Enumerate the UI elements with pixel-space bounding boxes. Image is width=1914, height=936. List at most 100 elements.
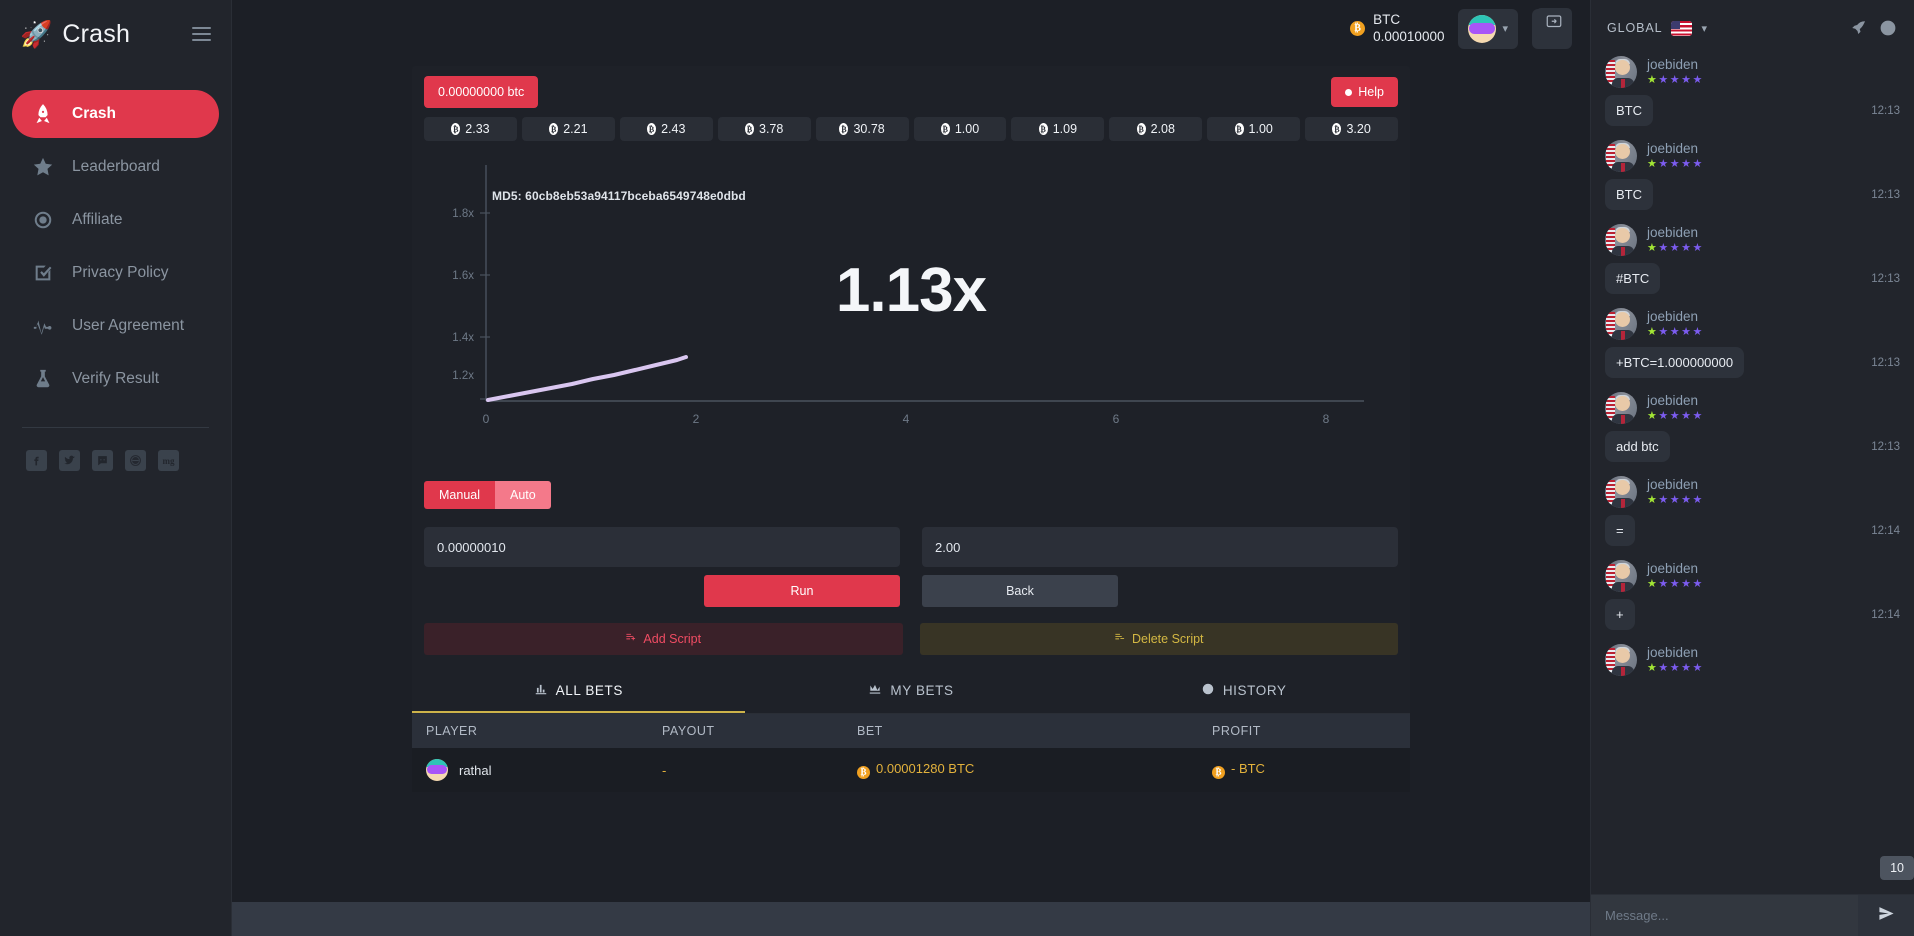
tab-history[interactable]: HISTORY xyxy=(1077,669,1410,713)
info-icon[interactable] xyxy=(1878,18,1898,38)
sidebar-item-label: Crash xyxy=(72,105,116,122)
row-bet-value: 0.00001280 BTC xyxy=(876,761,975,777)
back-button[interactable]: Back xyxy=(922,575,1118,607)
avatar xyxy=(1605,644,1637,676)
chat-message-input[interactable]: Message... xyxy=(1591,895,1858,936)
balance-display: ₿ BTC 0.00010000 xyxy=(1350,12,1444,46)
target-icon xyxy=(32,209,54,231)
avatar xyxy=(1605,140,1637,172)
chat-timestamp: 12:13 xyxy=(1871,440,1900,453)
tab-all-bets[interactable]: ALL BETS xyxy=(412,669,745,713)
delete-script-button[interactable]: Delete Script xyxy=(919,623,1398,655)
footer-panel xyxy=(232,902,1590,936)
main-column: ₿ BTC 0.00010000 ▾ 0.00000000 btc Help ₿… xyxy=(232,0,1590,936)
table-row[interactable]: rathal - ₿ 0.00001280 BTC ₿ - BTC xyxy=(412,748,1410,792)
chat-toggle-button[interactable] xyxy=(1536,8,1572,40)
send-button[interactable] xyxy=(1858,895,1914,936)
chevron-down-icon: ▾ xyxy=(1502,23,1508,35)
discord-icon[interactable] xyxy=(92,450,113,471)
bet-amount-input[interactable]: 0.00000010 xyxy=(424,527,900,567)
chat-username: joebiden xyxy=(1647,393,1699,408)
footer-spacer xyxy=(232,856,1590,902)
multiplier-chip[interactable]: ₿ 30.78 xyxy=(815,117,909,141)
us-flag-icon[interactable] xyxy=(1671,20,1693,36)
sidebar-item-privacy-policy[interactable]: Privacy Policy xyxy=(12,249,219,297)
chat-message: joebiden ★★★★★ xyxy=(1605,644,1900,676)
sidebar-item-affiliate[interactable]: Affiliate xyxy=(12,196,219,244)
twitter-icon[interactable] xyxy=(59,450,80,471)
svg-text:6: 6 xyxy=(1113,412,1120,426)
script-delete-icon xyxy=(1114,632,1125,646)
multiplier-chip[interactable]: ₿ 2.21 xyxy=(521,117,615,141)
sidebar-nav: Crash Leaderboard Affiliate Privacy Poli… xyxy=(0,90,231,403)
chat-username: joebiden xyxy=(1647,561,1699,576)
chat-bubble: +BTC=1.000000000 xyxy=(1605,347,1745,378)
column-bet: BET xyxy=(857,724,883,738)
multiplier-chip[interactable]: ₿ 2.43 xyxy=(619,117,713,141)
run-button[interactable]: Run xyxy=(704,575,900,607)
auto-cashout-input[interactable]: 2.00 xyxy=(922,527,1398,567)
bitcoin-icon: ₿ xyxy=(1136,123,1146,135)
user-rating-stars: ★★★★★ xyxy=(1647,158,1704,170)
multiplier-value: 2.21 xyxy=(563,122,588,136)
multiplier-chip[interactable]: ₿ 1.00 xyxy=(1207,117,1301,141)
chat-timestamp: 12:13 xyxy=(1871,188,1900,201)
help-dot-icon xyxy=(1345,88,1353,96)
multiplier-chip[interactable]: ₿ 2.08 xyxy=(1109,117,1203,141)
svg-text:2: 2 xyxy=(693,412,700,426)
multiplier-value: 2.33 xyxy=(465,122,490,136)
mg-icon[interactable]: mg xyxy=(158,450,179,471)
row-profit-value: - BTC xyxy=(1231,761,1265,777)
sidebar-item-crash[interactable]: Crash xyxy=(12,90,219,138)
avatar xyxy=(1605,224,1637,256)
multiplier-value: 30.78 xyxy=(853,122,885,136)
send-icon xyxy=(1878,905,1895,927)
avatar xyxy=(1605,392,1637,424)
help-button[interactable]: Help xyxy=(1331,77,1398,107)
tab-manual[interactable]: Manual xyxy=(424,481,495,509)
chart-icon xyxy=(868,682,882,699)
account-menu-button[interactable]: ▾ xyxy=(1458,8,1518,49)
bitcoin-icon: ₿ xyxy=(647,123,657,135)
multiplier-chip[interactable]: ₿ 2.33 xyxy=(424,117,517,141)
chat-toggle-icon xyxy=(1545,13,1563,36)
rocket-icon[interactable] xyxy=(1849,18,1869,38)
multiplier-chip[interactable]: ₿ 3.78 xyxy=(717,117,811,141)
bitcoin-icon: ₿ xyxy=(451,123,461,135)
flask-icon xyxy=(32,368,54,390)
multiplier-chip[interactable]: ₿ 3.20 xyxy=(1305,117,1399,141)
chat-username: joebiden xyxy=(1647,225,1699,240)
game-panel: 0.00000000 btc Help ₿ 2.33 ₿ 2.21 ₿ 2.43 ₿ 3… xyxy=(412,66,1410,856)
chevron-down-icon[interactable]: ▾ xyxy=(1701,22,1707,35)
chat-bubble: = xyxy=(1605,515,1635,546)
tab-label: ALL BETS xyxy=(555,682,623,698)
hamburger-icon[interactable] xyxy=(192,27,211,41)
facebook-icon[interactable] xyxy=(26,450,47,471)
unread-count-badge[interactable]: 10 xyxy=(1880,856,1914,880)
user-rating-stars: ★★★★★ xyxy=(1647,578,1704,590)
sidebar-item-leaderboard[interactable]: Leaderboard xyxy=(12,143,219,191)
multiplier-chip[interactable]: ₿ 1.00 xyxy=(913,117,1007,141)
sidebar-item-verify-result[interactable]: Verify Result xyxy=(12,355,219,403)
multiplier-chip[interactable]: ₿ 1.09 xyxy=(1011,117,1105,141)
dribbble-icon[interactable] xyxy=(125,450,146,471)
add-script-button[interactable]: Add Script xyxy=(424,623,903,655)
clock-icon xyxy=(1201,682,1215,699)
tab-auto[interactable]: Auto xyxy=(495,481,551,509)
sidebar-item-user-agreement[interactable]: User Agreement xyxy=(12,302,219,350)
multiplier-value: 1.00 xyxy=(954,122,980,136)
avatar xyxy=(426,759,448,781)
chat-username: joebiden xyxy=(1647,477,1699,492)
multiplier-value: 2.43 xyxy=(661,122,686,136)
chat-timestamp: 12:13 xyxy=(1871,272,1900,285)
chat-message: joebiden ★★★★★ + 12:14 xyxy=(1605,560,1900,630)
user-rating-stars: ★★★★★ xyxy=(1647,242,1704,254)
svg-text:8: 8 xyxy=(1323,412,1330,426)
sidebar-item-label: User Agreement xyxy=(72,317,184,334)
player-name: rathal xyxy=(459,762,492,778)
column-profit: PROFIT xyxy=(1212,724,1261,738)
chat-username: joebiden xyxy=(1647,645,1699,660)
tab-my-bets[interactable]: MY BETS xyxy=(745,669,1078,713)
mode-row: Manual Auto xyxy=(412,465,1410,509)
chat-panel: GLOBAL ▾ joebiden ★★★★★ BTC 12:13 joebid… xyxy=(1590,0,1914,936)
